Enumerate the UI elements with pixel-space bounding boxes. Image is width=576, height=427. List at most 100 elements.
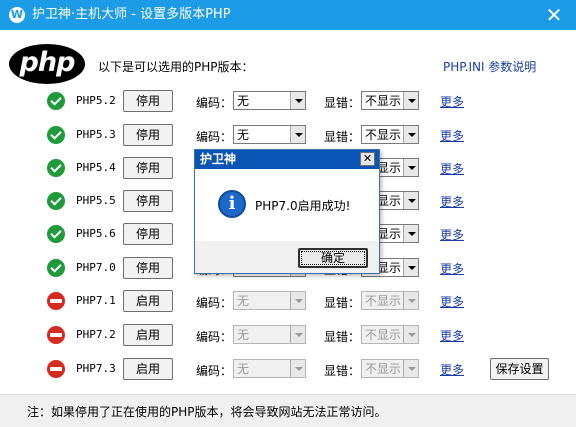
error-display-select: 不显示: [361, 325, 419, 344]
enabled-check-icon: [47, 192, 65, 210]
disabled-stop-icon: [47, 326, 65, 344]
save-settings-button[interactable]: 保存设置: [490, 358, 549, 380]
error-display-value: 不显示: [365, 128, 402, 142]
more-link[interactable]: 更多: [440, 127, 464, 144]
chevron-down-icon: [403, 225, 418, 242]
encoding-value: 无: [237, 94, 250, 108]
disabled-stop-icon: [47, 292, 65, 310]
chevron-down-icon: [290, 360, 305, 377]
php-ini-help-link[interactable]: PHP.INI 参数说明: [443, 58, 536, 75]
chevron-down-icon: [403, 192, 418, 209]
chevron-down-icon: [290, 92, 305, 109]
window-close-button[interactable]: ✕: [542, 3, 566, 27]
more-link[interactable]: 更多: [440, 361, 464, 378]
toggle-button[interactable]: 停用: [123, 157, 173, 179]
toggle-button[interactable]: 停用: [123, 124, 173, 146]
encoding-value: 无: [237, 128, 250, 142]
chevron-down-icon: [403, 259, 418, 276]
footer-note: 注：如果停用了正在使用的PHP版本，将会导致网站无法正常访问。: [27, 405, 387, 419]
info-icon: i: [218, 190, 246, 218]
chevron-down-icon: [403, 326, 418, 343]
chevron-down-icon: [403, 292, 418, 309]
encoding-label: 编码：: [196, 364, 233, 378]
chevron-down-icon: [403, 159, 418, 176]
version-name: PHP7.1: [76, 294, 116, 307]
enabled-check-icon: [47, 126, 65, 144]
version-name: PHP7.0: [76, 261, 116, 274]
version-name: PHP5.5: [76, 194, 116, 207]
chevron-down-icon: [290, 292, 305, 309]
enabled-check-icon: [47, 259, 65, 277]
version-name: PHP7.2: [76, 328, 116, 341]
chevron-down-icon: [403, 360, 418, 377]
toggle-button[interactable]: 停用: [123, 190, 173, 212]
toggle-button[interactable]: 启用: [123, 324, 173, 346]
error-display-value: 不显示: [365, 328, 402, 342]
chevron-down-icon: [403, 92, 418, 109]
error-display-select[interactable]: 不显示: [361, 91, 419, 110]
error-display-select: 不显示: [361, 291, 419, 310]
version-name: PHP5.2: [76, 94, 116, 107]
version-row: PHP7.2 启用 编码： 无 显错： 不显示 更多: [0, 322, 576, 348]
more-link[interactable]: 更多: [440, 260, 464, 277]
encoding-select[interactable]: 无: [233, 91, 306, 110]
encoding-label: 编码：: [196, 130, 233, 144]
version-name: PHP7.3: [76, 362, 116, 375]
version-name: PHP5.3: [76, 128, 116, 141]
toggle-button[interactable]: 启用: [123, 290, 173, 312]
window-title: 护卫神·主机大师 - 设置多版本PHP: [32, 7, 231, 22]
more-link[interactable]: 更多: [440, 293, 464, 310]
version-row: PHP5.3 停用 编码： 无 显错： 不显示 更多: [0, 122, 576, 148]
intro-text: 以下是可以选用的PHP版本：: [98, 60, 254, 74]
encoding-label: 编码：: [196, 330, 233, 344]
more-link[interactable]: 更多: [440, 193, 464, 210]
encoding-label: 编码：: [196, 296, 233, 310]
toggle-button[interactable]: 停用: [123, 223, 173, 245]
dialog-body: i PHP7.0启用成功!: [195, 169, 379, 241]
version-row: PHP7.1 启用 编码： 无 显错： 不显示 更多: [0, 288, 576, 314]
encoding-select: 无: [233, 359, 306, 378]
app-logo-icon: W: [9, 7, 25, 23]
php-logo: php: [9, 44, 85, 84]
version-name: PHP5.6: [76, 227, 116, 240]
title-bar: W 护卫神·主机大师 - 设置多版本PHP ✕: [0, 0, 576, 30]
error-display-label: 显错：: [324, 130, 361, 144]
toggle-button[interactable]: 停用: [123, 90, 173, 112]
error-display-value: 不显示: [365, 362, 402, 376]
version-row: PHP5.2 停用 编码： 无 显错： 不显示 更多: [0, 88, 576, 114]
ok-button[interactable]: 确定: [298, 248, 368, 268]
error-display-label: 显错：: [324, 364, 361, 378]
more-link[interactable]: 更多: [440, 93, 464, 110]
error-display-label: 显错：: [324, 330, 361, 344]
more-link[interactable]: 更多: [440, 160, 464, 177]
dialog-title-bar: 护卫神 ✕: [195, 150, 379, 169]
message-dialog: 护卫神 ✕ i PHP7.0启用成功! 确定: [194, 149, 380, 274]
error-display-select: 不显示: [361, 359, 419, 378]
dialog-title: 护卫神: [200, 152, 237, 166]
encoding-select: 无: [233, 291, 306, 310]
encoding-label: 编码：: [196, 96, 233, 110]
enabled-check-icon: [47, 225, 65, 243]
dialog-message: PHP7.0启用成功!: [255, 199, 351, 213]
more-link[interactable]: 更多: [440, 226, 464, 243]
toggle-button[interactable]: 停用: [123, 257, 173, 279]
enabled-check-icon: [47, 159, 65, 177]
encoding-select[interactable]: 无: [233, 125, 306, 144]
more-link[interactable]: 更多: [440, 327, 464, 344]
disabled-stop-icon: [47, 360, 65, 378]
error-display-select[interactable]: 不显示: [361, 125, 419, 144]
error-display-value: 不显示: [365, 94, 402, 108]
encoding-value: 无: [237, 362, 250, 376]
toggle-button[interactable]: 启用: [123, 358, 173, 380]
enabled-check-icon: [47, 92, 65, 110]
version-name: PHP5.4: [76, 161, 116, 174]
error-display-label: 显错：: [324, 296, 361, 310]
error-display-value: 不显示: [365, 294, 402, 308]
chevron-down-icon: [403, 126, 418, 143]
encoding-value: 无: [237, 294, 250, 308]
footer: 注：如果停用了正在使用的PHP版本，将会导致网站无法正常访问。: [0, 394, 576, 427]
dialog-close-button[interactable]: ✕: [360, 152, 375, 166]
chevron-down-icon: [290, 126, 305, 143]
encoding-select: 无: [233, 325, 306, 344]
encoding-value: 无: [237, 328, 250, 342]
